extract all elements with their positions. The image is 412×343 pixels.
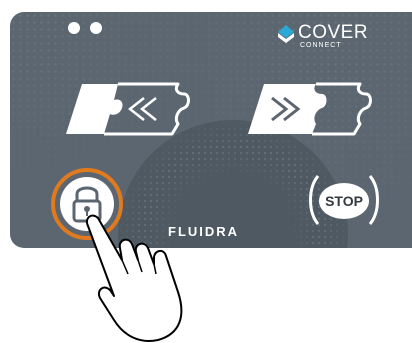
open-cover-button[interactable] (60, 78, 190, 138)
cover-shield-icon (278, 25, 294, 43)
chevron-left-double-icon (66, 82, 190, 136)
brand-logo: COVER CONNECT (276, 22, 386, 52)
close-cover-button[interactable] (242, 78, 372, 138)
status-led-2 (90, 22, 102, 34)
chevron-right-double-icon (248, 82, 372, 136)
stop-label: STOP (319, 183, 369, 219)
pointing-hand-icon (86, 214, 183, 342)
brand-subtitle: CONNECT (300, 42, 342, 49)
brand-name: COVER (298, 22, 369, 43)
status-led-1 (68, 22, 80, 34)
stop-button[interactable]: STOP (306, 170, 382, 230)
